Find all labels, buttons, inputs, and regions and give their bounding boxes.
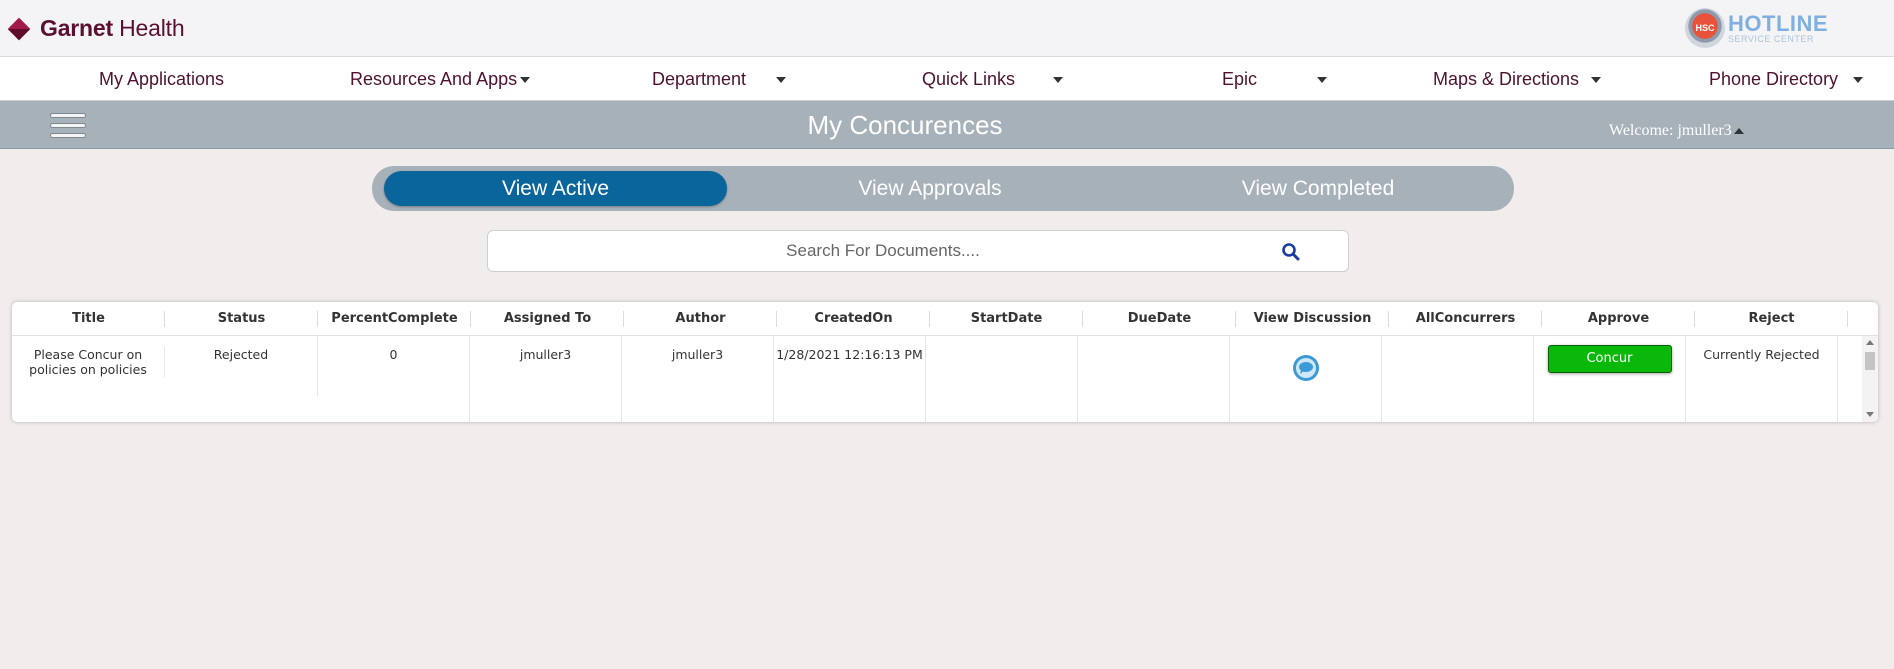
nav-phone-directory[interactable]: Phone Directory [1709,57,1864,101]
cell-approve: Concur [1534,336,1686,422]
main-nav: My Applications Resources And Apps Depar… [0,57,1894,101]
page-title: My Concurences [807,110,1003,140]
garnet-diamond-icon [7,17,31,40]
hotline-subtitle: SERVICE CENTER [1728,33,1814,44]
col-percent-complete[interactable]: PercentComplete [318,302,471,336]
caret-down-icon [1853,77,1864,84]
nav-quick-links[interactable]: Quick Links [922,57,1064,101]
cell-start-date [926,336,1078,422]
col-assigned-to[interactable]: Assigned To [471,302,624,336]
grid-header: Title Status PercentComplete Assigned To… [12,302,1878,336]
nav-resources-and-apps[interactable]: Resources And Apps [350,57,531,101]
concur-button[interactable]: Concur [1547,345,1672,373]
col-reject[interactable]: Reject [1695,302,1848,336]
concurrences-grid: Title Status PercentComplete Assigned To… [12,302,1878,422]
search-icon[interactable] [1281,242,1301,262]
title-bar: My Concurences Welcome: jmuller3 [0,101,1894,149]
caret-up-icon [1733,128,1744,135]
search-input[interactable] [488,231,1278,271]
scroll-thumb[interactable] [1865,352,1875,370]
cell-created-on: 1/28/2021 12:16:13 PM [774,336,926,422]
brand-name: Garnet Health [40,15,185,41]
col-all-concurrers[interactable]: AllConcurrers [1389,302,1542,336]
cell-title: Please Concur on policies on policies [12,336,165,422]
cell-assigned-to: jmuller3 [470,336,622,422]
grid-scrollbar[interactable] [1862,336,1878,422]
caret-down-icon [520,77,531,84]
col-status[interactable]: Status [165,302,318,336]
caret-down-icon [1591,77,1602,84]
hotline-service-center-link[interactable]: HSC HOTLINE SERVICE CENTER [1685,8,1828,48]
caret-down-icon [776,77,787,84]
scroll-down-icon[interactable] [1866,412,1874,417]
chat-bubble-icon[interactable] [1292,354,1320,382]
view-tabs: View Active View Approvals View Complete… [372,166,1514,211]
nav-maps-directions[interactable]: Maps & Directions [1433,57,1602,101]
hotline-title: HOTLINE [1728,10,1829,36]
cell-view-discussion [1230,336,1382,422]
col-approve[interactable]: Approve [1542,302,1695,336]
cell-due-date [1078,336,1230,422]
col-start-date[interactable]: StartDate [930,302,1083,336]
table-row[interactable]: Please Concur on policies on policies Re… [12,336,1862,422]
hsc-badge-icon: HSC [1685,8,1725,48]
cell-percent-complete: 0 [318,336,470,422]
nav-epic[interactable]: Epic [1222,57,1328,101]
col-view-discussion[interactable]: View Discussion [1236,302,1389,336]
caret-down-icon [1053,77,1064,84]
tab-view-approvals[interactable]: View Approvals [730,171,1130,206]
cell-author: jmuller3 [622,336,774,422]
document-search [487,230,1349,272]
col-due-date[interactable]: DueDate [1083,302,1236,336]
nav-my-applications[interactable]: My Applications [99,57,224,101]
col-title[interactable]: Title [12,302,165,336]
caret-down-icon [1317,77,1328,84]
cell-all-concurrers [1382,336,1534,422]
brand-bar: Garnet Health HSC HOTLINE SERVICE CENTER [0,0,1894,57]
user-menu[interactable]: Welcome: jmuller3 [1609,101,1744,149]
col-created-on[interactable]: CreatedOn [777,302,930,336]
garnet-health-logo[interactable]: Garnet Health [7,15,185,42]
tab-view-completed[interactable]: View Completed [1132,171,1504,206]
scroll-up-icon[interactable] [1866,340,1874,345]
nav-department[interactable]: Department [652,57,787,101]
cell-status: Rejected [165,336,318,396]
tab-view-active[interactable]: View Active [384,171,727,206]
col-author[interactable]: Author [624,302,777,336]
cell-reject: Currently Rejected [1686,336,1838,422]
